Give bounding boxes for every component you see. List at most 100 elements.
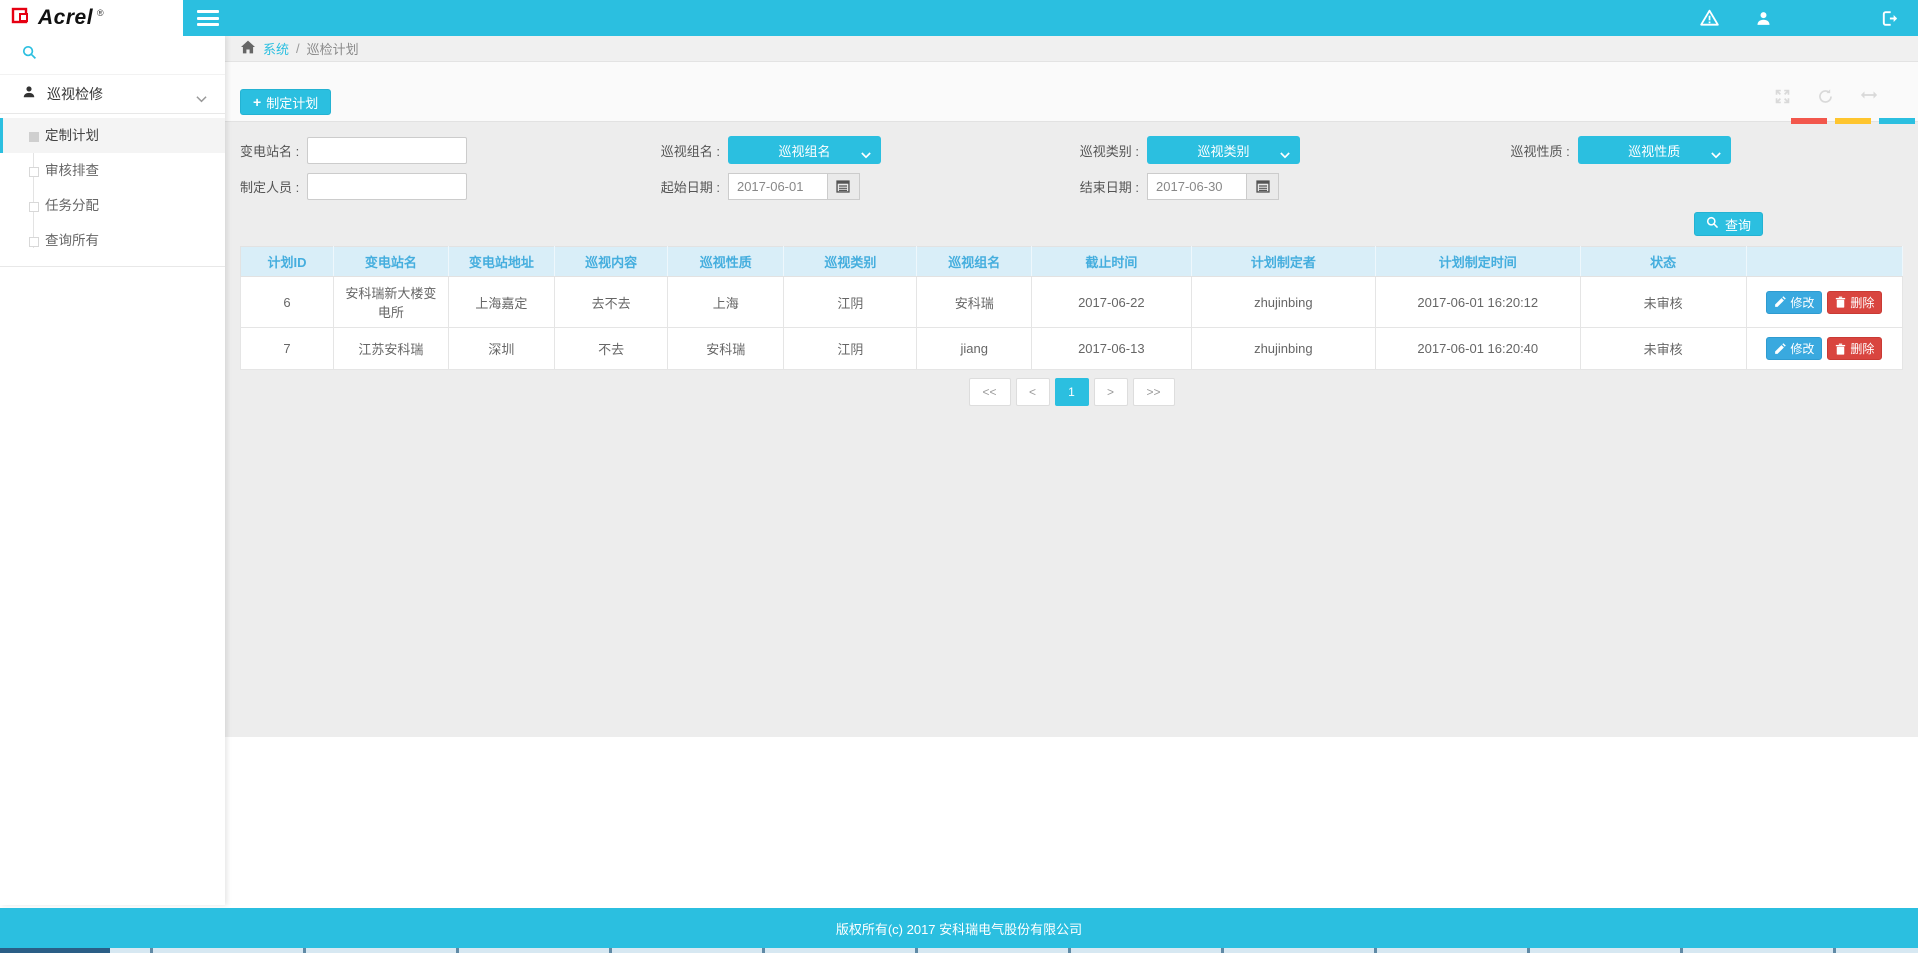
- footer: 版权所有(c) 2017 安科瑞电气股份有限公司: [0, 908, 1918, 948]
- table-cell: 上海: [668, 277, 784, 328]
- breadcrumb-current: 巡检计划: [307, 39, 359, 58]
- trash-icon: [1835, 343, 1846, 355]
- col-header-deadline: 截止时间: [1032, 247, 1192, 277]
- filter-nature: 巡视性质 : 巡视性质: [1511, 136, 1903, 164]
- pagination-page-1[interactable]: 1: [1055, 378, 1089, 406]
- end-date-input[interactable]: [1147, 173, 1246, 200]
- search-icon: [1706, 216, 1719, 232]
- edit-icon: [1774, 296, 1786, 308]
- filter-planner: 制定人员 :: [240, 172, 661, 200]
- table-cell: 安科瑞新大楼变电所: [334, 277, 449, 328]
- station-label: 变电站名 :: [240, 141, 299, 160]
- table-cell: zhujinbing: [1191, 277, 1375, 328]
- table-cell: 2017-06-22: [1032, 277, 1192, 328]
- query-button[interactable]: 查询: [1694, 212, 1763, 236]
- main-content: 系统 / 巡检计划 + 制定计划: [225, 36, 1918, 908]
- user-icon[interactable]: [1750, 5, 1776, 31]
- edit-button[interactable]: 修改: [1766, 337, 1822, 360]
- chevron-down-icon: [1280, 147, 1290, 162]
- table-row: 7江苏安科瑞深圳不去安科瑞江阴jiang2017-06-13zhujinbing…: [241, 328, 1903, 370]
- pagination-last[interactable]: >>: [1133, 378, 1175, 406]
- warning-icon[interactable]: [1696, 5, 1722, 31]
- filter-category: 巡视类别 : 巡视类别: [1080, 136, 1511, 164]
- panel-tools: [1774, 88, 1878, 110]
- resize-horizontal-icon[interactable]: [1860, 88, 1878, 110]
- col-header-actions: [1746, 247, 1902, 277]
- filter-spacer: [1511, 172, 1903, 200]
- edit-icon: [1774, 343, 1786, 355]
- pagination: << < 1 > >>: [240, 378, 1903, 406]
- brand-registered-mark: ®: [97, 8, 104, 18]
- pagination-next[interactable]: >: [1094, 378, 1128, 406]
- table-cell: 去不去: [555, 277, 668, 328]
- taskbar-sliver: [0, 948, 1918, 953]
- table-cell: 2017-06-01 16:20:40: [1376, 328, 1580, 370]
- plan-table-body: 6安科瑞新大楼变电所上海嘉定去不去上海江阴安科瑞2017-06-22zhujin…: [241, 277, 1903, 370]
- table-cell: 安科瑞: [917, 277, 1032, 328]
- row-actions: 修改删除: [1746, 328, 1902, 370]
- page: Acrel ® 巡视检修: [0, 0, 1918, 953]
- sidebar: 巡视检修 定制计划 审核排查 任务分配 查询所有: [0, 36, 225, 905]
- station-input[interactable]: [307, 137, 467, 164]
- start-date-input[interactable]: [728, 173, 827, 200]
- col-header-patrol-content: 巡视内容: [555, 247, 668, 277]
- brand-name: Acrel: [38, 6, 93, 30]
- calendar-icon[interactable]: [827, 173, 860, 200]
- sidebar-item-inspection-maintenance[interactable]: 巡视检修: [0, 74, 225, 114]
- topbar: Acrel ®: [0, 0, 1918, 36]
- delete-button[interactable]: 删除: [1827, 337, 1882, 360]
- chevron-down-icon: [1711, 147, 1721, 162]
- acrel-logo-icon: [10, 4, 34, 33]
- table-cell: 2017-06-13: [1032, 328, 1192, 370]
- home-icon: [240, 40, 256, 57]
- category-select[interactable]: 巡视类别: [1147, 136, 1300, 164]
- sidebar-item-review-check[interactable]: 审核排查: [0, 153, 225, 188]
- expand-icon[interactable]: [1774, 88, 1791, 110]
- planner-label: 制定人员 :: [240, 177, 299, 196]
- end-date-label: 结束日期 :: [1080, 177, 1139, 196]
- plan-table: 计划ID 变电站名 变电站地址 巡视内容 巡视性质 巡视类别 巡视组名 截止时间…: [240, 246, 1903, 370]
- accent-bar-yellow: [1835, 118, 1871, 124]
- row-actions: 修改删除: [1746, 277, 1902, 328]
- table-cell: 不去: [555, 328, 668, 370]
- col-header-patrol-category: 巡视类别: [784, 247, 917, 277]
- edit-button[interactable]: 修改: [1766, 291, 1822, 314]
- filter-grid: 变电站名 : 巡视组名 : 巡视组名 巡视类别 : 巡视类别: [240, 136, 1903, 200]
- hamburger-icon[interactable]: [197, 10, 219, 26]
- calendar-icon[interactable]: [1246, 173, 1279, 200]
- chevron-down-icon: [196, 90, 207, 108]
- pagination-first[interactable]: <<: [969, 378, 1011, 406]
- col-header-plan-made-time: 计划制定时间: [1376, 247, 1580, 277]
- chevron-down-icon: [861, 147, 871, 162]
- table-cell: 7: [241, 328, 334, 370]
- table-cell: 江苏安科瑞: [334, 328, 449, 370]
- sidebar-search[interactable]: [0, 36, 225, 74]
- filter-group: 巡视组名 : 巡视组名: [661, 136, 1080, 164]
- pagination-prev[interactable]: <: [1016, 378, 1050, 406]
- filter-panel: 变电站名 : 巡视组名 : 巡视组名 巡视类别 : 巡视类别: [225, 122, 1918, 737]
- breadcrumb-section: 系统: [263, 39, 289, 58]
- delete-button[interactable]: 删除: [1827, 291, 1882, 314]
- group-select[interactable]: 巡视组名: [728, 136, 881, 164]
- breadcrumb-separator: /: [296, 41, 300, 56]
- breadcrumb: 系统 / 巡检计划: [225, 36, 1918, 62]
- nature-label: 巡视性质 :: [1511, 141, 1570, 160]
- sidebar-item-customize-plan[interactable]: 定制计划: [0, 118, 225, 153]
- accent-bars: [1791, 118, 1915, 124]
- table-header-row: 计划ID 变电站名 变电站地址 巡视内容 巡视性质 巡视类别 巡视组名 截止时间…: [241, 247, 1903, 277]
- col-header-station-name: 变电站名: [334, 247, 449, 277]
- sidebar-item-query-all[interactable]: 查询所有: [0, 223, 225, 258]
- planner-input[interactable]: [307, 173, 467, 200]
- sidebar-item-task-assignment[interactable]: 任务分配: [0, 188, 225, 223]
- refresh-icon[interactable]: [1817, 88, 1834, 110]
- logout-icon[interactable]: [1876, 5, 1902, 31]
- table-row: 6安科瑞新大楼变电所上海嘉定去不去上海江阴安科瑞2017-06-22zhujin…: [241, 277, 1903, 328]
- create-plan-button[interactable]: + 制定计划: [240, 89, 331, 115]
- table-cell: 安科瑞: [668, 328, 784, 370]
- breadcrumb-home-link[interactable]: 系统: [240, 39, 289, 58]
- table-cell: 未审核: [1580, 277, 1746, 328]
- nature-select[interactable]: 巡视性质: [1578, 136, 1731, 164]
- col-header-plan-maker: 计划制定者: [1191, 247, 1375, 277]
- table-cell: 江阴: [784, 328, 917, 370]
- col-header-plan-id: 计划ID: [241, 247, 334, 277]
